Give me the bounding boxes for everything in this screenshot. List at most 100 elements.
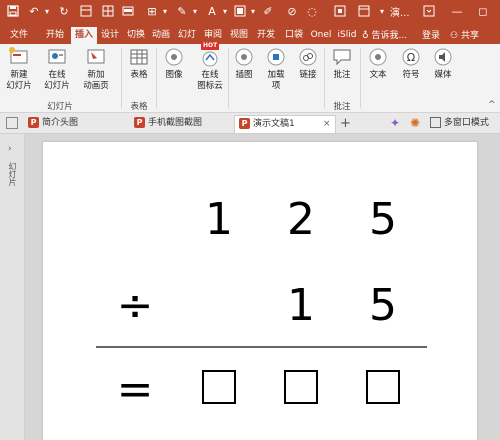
more-icon[interactable]: ◌ xyxy=(304,3,320,19)
powerpoint-icon: P xyxy=(134,117,145,128)
tab-transitions[interactable]: 切换 xyxy=(124,27,148,44)
group-label-slides: 幻灯片 xyxy=(47,102,73,112)
settings-gear-icon[interactable]: ✺ xyxy=(410,116,424,130)
grid-icon[interactable] xyxy=(100,3,116,19)
title-bar: ↶ ▾ ↻ ⊞ ▾ ✎ ▾ A ▾ ▾ ✐ ⊘ ◌ ▾ 演... — ◻ xyxy=(0,0,500,24)
style-dropdown-icon[interactable]: ▾ xyxy=(190,3,200,19)
repeat-icon[interactable] xyxy=(78,3,94,19)
slide-canvas[interactable]: 1 2 5 ÷ 1 5 = xyxy=(43,142,477,440)
addins-button[interactable]: 加载 项 xyxy=(262,46,290,92)
online-slide-button[interactable]: 在线 幻灯片 xyxy=(40,46,74,92)
table-button[interactable]: 表格 xyxy=(124,46,154,81)
answer-box xyxy=(366,370,400,404)
redo-icon[interactable]: ↻ xyxy=(56,3,72,19)
tab-islide[interactable]: iSlid xyxy=(335,27,359,44)
text-box-icon xyxy=(367,46,389,68)
answer-box xyxy=(284,370,318,404)
format-icon[interactable]: ⊞ xyxy=(144,3,160,19)
omega-icon: Ω xyxy=(400,46,422,68)
layout-icon[interactable] xyxy=(120,3,136,19)
text-dropdown-icon[interactable]: ▾ xyxy=(220,3,230,19)
answer-box xyxy=(202,370,236,404)
new-slide-icon xyxy=(8,46,30,68)
image-icon xyxy=(163,46,185,68)
close-tab-icon[interactable]: × xyxy=(323,116,331,133)
new-animation-page-button[interactable]: 新加 动画页 xyxy=(78,46,114,92)
ribbon-display-icon[interactable] xyxy=(420,3,438,19)
image-button[interactable]: 图像 xyxy=(159,46,189,81)
view-icon[interactable] xyxy=(232,3,248,19)
dividend-digit-3: 5 xyxy=(369,194,397,245)
ribbon-panel: 新建 幻灯片 在线 幻灯片 新加 动画页 幻灯片 表格 表格 图像 HOT 在线 xyxy=(0,42,500,113)
slides-panel: › 幻灯片 xyxy=(0,134,25,440)
online-icon-cloud-button[interactable]: HOT 在线 图标云 xyxy=(192,42,228,92)
hot-badge: HOT xyxy=(201,42,220,50)
window-icon[interactable] xyxy=(356,3,372,19)
group-separator xyxy=(121,48,122,108)
format-dropdown-icon[interactable]: ▾ xyxy=(160,3,170,19)
maximize-icon[interactable]: ◻ xyxy=(474,3,492,19)
addins-icon xyxy=(265,46,287,68)
table-icon xyxy=(128,46,150,68)
ribbon-tabs: 文件 开始 插入 设计 切换 动画 幻灯 审阅 视图 开发 口袋 Onel iS… xyxy=(0,24,500,44)
tab-pocket[interactable]: 口袋 xyxy=(281,27,307,44)
doc-tab-active[interactable]: P 演示文稿1 × xyxy=(234,115,336,133)
tab-animations[interactable]: 动画 xyxy=(149,27,173,44)
undo-dropdown-icon[interactable]: ▾ xyxy=(42,3,52,19)
qat-dropdown-icon[interactable]: ▾ xyxy=(376,3,388,19)
undo-icon[interactable]: ↶ xyxy=(26,3,42,19)
share-button[interactable]: ⚇ 共享 xyxy=(450,28,479,41)
view-dropdown-icon[interactable]: ▾ xyxy=(248,3,258,19)
tell-me-search[interactable]: ♁ 告诉我... xyxy=(362,28,407,41)
group-label-comments: 批注 xyxy=(333,102,351,112)
signin-link[interactable]: 登录 xyxy=(422,28,440,41)
restore-icon[interactable] xyxy=(332,3,348,19)
tab-file[interactable]: 文件 xyxy=(4,27,34,44)
style-icon[interactable]: ✎ xyxy=(174,3,190,19)
expand-panel-icon[interactable]: › xyxy=(8,144,12,154)
divisor-digit-1: 1 xyxy=(287,280,315,331)
symbol-button[interactable]: Ω 符号 xyxy=(397,46,425,81)
speaker-icon xyxy=(432,46,454,68)
divisor-digit-2: 5 xyxy=(369,280,397,331)
online-slide-icon xyxy=(46,46,68,68)
multi-window-mode-button[interactable]: 多窗口模式 xyxy=(430,116,489,130)
window-icon xyxy=(430,117,441,128)
help-icon[interactable]: ⊘ xyxy=(284,3,300,19)
slides-panel-label: 幻灯片 xyxy=(8,162,17,186)
window-title: 演... xyxy=(390,8,410,19)
tab-insert[interactable]: 插入 xyxy=(71,27,97,44)
collapse-ribbon-icon[interactable]: ^ xyxy=(488,100,496,110)
powerpoint-icon: P xyxy=(28,117,39,128)
pin-icon[interactable]: ✦ xyxy=(390,116,404,130)
minimize-icon[interactable]: — xyxy=(448,3,466,19)
illustrations-button[interactable]: 插图 xyxy=(230,46,258,81)
division-line xyxy=(96,346,427,348)
dividend-digit-2: 2 xyxy=(287,194,315,245)
new-slide-button[interactable]: 新建 幻灯片 xyxy=(2,46,36,92)
save-icon[interactable] xyxy=(4,3,22,19)
document-tabs: P 简介头图 P 手机截图截图 P 演示文稿1 × + ✦ ✺ 多窗口模式 xyxy=(0,113,500,134)
link-icon xyxy=(297,46,319,68)
tab-menu-icon[interactable] xyxy=(6,117,18,129)
tab-view[interactable]: 视图 xyxy=(227,27,251,44)
draw-icon[interactable]: ✐ xyxy=(260,3,276,19)
group-separator xyxy=(360,48,361,108)
tab-slideshow[interactable]: 幻灯 xyxy=(175,27,199,44)
link-button[interactable]: 链接 xyxy=(294,46,322,81)
doc-tab[interactable]: P 简介头图 xyxy=(24,115,124,132)
group-separator xyxy=(228,48,229,108)
tab-onekey[interactable]: Onel xyxy=(308,27,334,44)
tab-home[interactable]: 开始 xyxy=(40,27,70,44)
media-button[interactable]: 媒体 xyxy=(429,46,457,81)
text-icon[interactable]: A xyxy=(204,3,220,19)
comment-button[interactable]: 批注 xyxy=(328,46,356,81)
animation-page-icon xyxy=(85,46,107,68)
text-button[interactable]: 文本 xyxy=(363,46,393,81)
new-tab-button[interactable]: + xyxy=(340,115,354,132)
tab-design[interactable]: 设计 xyxy=(98,27,122,44)
group-separator xyxy=(156,48,157,108)
illustrations-icon xyxy=(233,46,255,68)
doc-tab[interactable]: P 手机截图截图 xyxy=(130,115,230,132)
tab-developer[interactable]: 开发 xyxy=(253,27,279,44)
